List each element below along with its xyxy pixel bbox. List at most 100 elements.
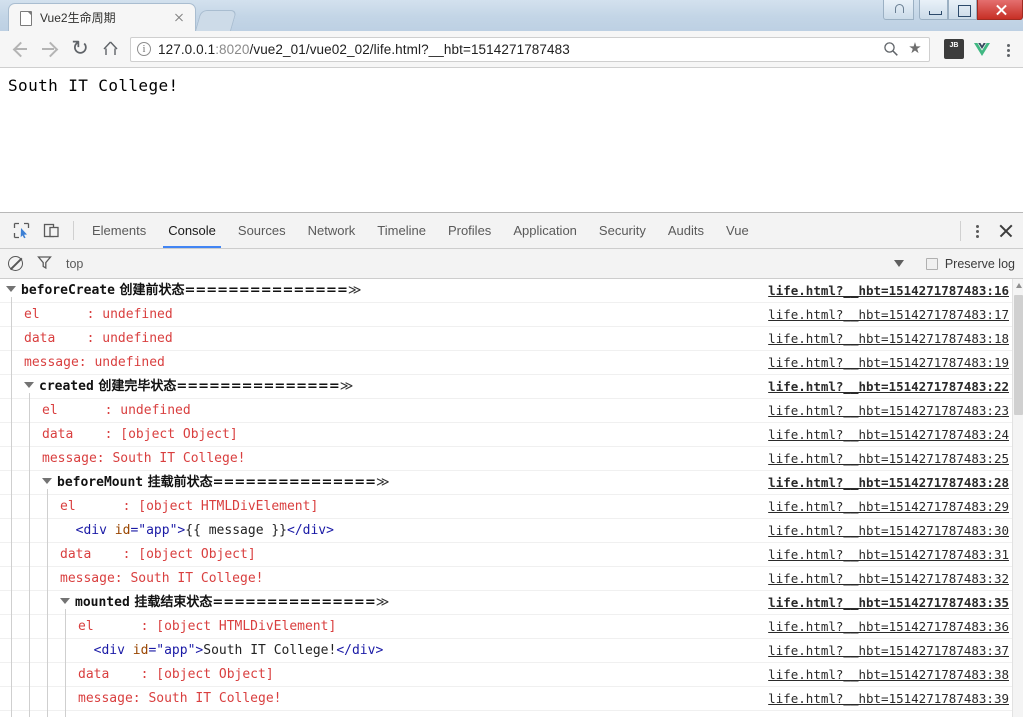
source-link[interactable]: life.html?__hbt=1514271787483:22 — [768, 375, 1009, 399]
source-link[interactable]: life.html?__hbt=1514271787483:28 — [768, 471, 1009, 495]
source-link[interactable]: life.html?__hbt=1514271787483:37 — [768, 639, 1009, 663]
source-link[interactable]: life.html?__hbt=1514271787483:17 — [768, 303, 1009, 327]
tab-console[interactable]: Console — [157, 213, 227, 248]
console-log-row[interactable]: message: undefined life.html?__hbt=151427… — [0, 351, 1023, 375]
source-link[interactable]: life.html?__hbt=1514271787483:19 — [768, 351, 1009, 375]
home-icon[interactable] — [96, 35, 124, 63]
console-log-row[interactable]: data : undefined life.html?__hbt=15142717… — [0, 327, 1023, 351]
browser-tab[interactable]: Vue2生命周期 — [8, 3, 196, 31]
source-link[interactable]: life.html?__hbt=1514271787483:38 — [768, 663, 1009, 687]
console-message: el : undefined — [0, 399, 768, 423]
tab-elements[interactable]: Elements — [81, 213, 157, 248]
source-link[interactable]: life.html?__hbt=1514271787483:16 — [768, 279, 1009, 303]
console-group-header[interactable]: beforeMount 挂载前状态===============≫ life.ht… — [0, 471, 1023, 495]
tab-sources[interactable]: Sources — [227, 213, 297, 248]
inspect-element-icon[interactable] — [6, 213, 36, 248]
console-group-header[interactable]: mounted 挂载结束状态===============≫ life.html?… — [0, 591, 1023, 615]
vue-extension-icon[interactable] — [972, 39, 992, 59]
console-log-row[interactable]: <div id="app">{{ message }}</div> life.ht… — [0, 519, 1023, 543]
close-window-icon[interactable] — [977, 0, 1023, 20]
tab-profiles[interactable]: Profiles — [437, 213, 502, 248]
console-log-row[interactable]: el : [object HTMLDivElement] life.html?__… — [0, 615, 1023, 639]
source-link[interactable]: life.html?__hbt=1514271787483:32 — [768, 567, 1009, 591]
preserve-log-checkbox[interactable] — [925, 257, 938, 270]
console-log-row[interactable]: message: South IT College! life.html?__hb… — [0, 447, 1023, 471]
console-log-row[interactable]: el : undefined life.html?__hbt=1514271787… — [0, 303, 1023, 327]
new-tab-button[interactable] — [194, 10, 238, 31]
reload-icon[interactable]: ↻ — [66, 35, 94, 63]
tab-title: Vue2生命周期 — [40, 10, 116, 25]
console-message: message: undefined — [0, 351, 768, 375]
site-info-icon[interactable]: i — [137, 42, 151, 56]
scroll-up-icon[interactable] — [1015, 283, 1022, 288]
source-link[interactable]: life.html?__hbt=1514271787483:31 — [768, 543, 1009, 567]
tab-audits[interactable]: Audits — [657, 213, 715, 248]
address-bar[interactable]: i 127.0.0.1:8020/vue2_01/vue02_02/life.h… — [130, 36, 930, 62]
chrome-menu-icon[interactable] — [999, 39, 1017, 59]
property-text: el : [object HTMLDivElement] — [78, 618, 337, 634]
group-chevron-icon: ≫ — [376, 474, 390, 490]
expand-caret-icon[interactable] — [6, 286, 16, 292]
clear-console-icon[interactable] — [8, 256, 23, 271]
scrollbar-thumb[interactable] — [1014, 295, 1023, 415]
close-devtools-icon[interactable] — [997, 222, 1015, 240]
source-link[interactable]: life.html?__hbt=1514271787483:25 — [768, 447, 1009, 471]
expand-caret-icon[interactable] — [24, 382, 34, 388]
minimize-icon[interactable] — [919, 0, 948, 20]
console-message: el : [object HTMLDivElement] — [0, 615, 768, 639]
chevron-down-icon[interactable] — [893, 260, 904, 267]
source-link[interactable]: life.html?__hbt=1514271787483:39 — [768, 687, 1009, 711]
source-link[interactable]: life.html?__hbt=1514271787483:29 — [768, 495, 1009, 519]
user-icon[interactable] — [883, 0, 914, 20]
filter-icon[interactable] — [37, 255, 52, 273]
property-text: data : undefined — [24, 330, 173, 346]
source-link[interactable]: life.html?__hbt=1514271787483:23 — [768, 399, 1009, 423]
console-output[interactable]: beforeCreate 创建前状态===============≫ life.h… — [0, 279, 1023, 717]
more-options-icon[interactable] — [969, 221, 985, 241]
tabbar-divider — [960, 220, 961, 241]
back-arrow-icon[interactable] — [6, 35, 34, 63]
jetbrains-extension-icon[interactable]: JB — [944, 39, 964, 59]
expand-caret-icon[interactable] — [42, 478, 52, 484]
console-log-row[interactable]: data : [object Object] life.html?__hbt=15… — [0, 423, 1023, 447]
console-log-row[interactable]: data : [object Object] life.html?__hbt=15… — [0, 663, 1023, 687]
source-link[interactable]: life.html?__hbt=1514271787483:18 — [768, 327, 1009, 351]
close-icon[interactable] — [171, 10, 187, 26]
tab-application[interactable]: Application — [502, 213, 588, 248]
console-group-header[interactable]: created 创建完毕状态===============≫ life.html?… — [0, 375, 1023, 399]
console-message: data : [object Object] — [0, 423, 768, 447]
device-toolbar-icon[interactable] — [36, 213, 66, 248]
devtools-tabbar-actions — [958, 213, 1023, 248]
console-log-row[interactable]: el : [object HTMLDivElement] life.html?__… — [0, 495, 1023, 519]
forward-arrow-icon[interactable] — [36, 35, 64, 63]
console-log-row[interactable]: <div id="app">South IT College!</div> lif… — [0, 639, 1023, 663]
property-text: message: South IT College! — [60, 570, 264, 586]
tab-security[interactable]: Security — [588, 213, 657, 248]
console-log-row[interactable]: message: South IT College! life.html?__hb… — [0, 567, 1023, 591]
console-message: mounted 挂载结束状态===============≫ — [0, 591, 768, 615]
source-link[interactable]: life.html?__hbt=1514271787483:24 — [768, 423, 1009, 447]
maximize-icon[interactable] — [948, 0, 977, 20]
console-log-row[interactable]: data : [object Object] life.html?__hbt=15… — [0, 543, 1023, 567]
zoom-icon[interactable] — [883, 41, 899, 57]
source-link[interactable]: life.html?__hbt=1514271787483:30 — [768, 519, 1009, 543]
source-link[interactable]: life.html?__hbt=1514271787483:36 — [768, 615, 1009, 639]
preserve-log-label: Preserve log — [944, 256, 1015, 271]
expand-caret-icon[interactable] — [60, 598, 70, 604]
console-group-header[interactable]: beforeCreate 创建前状态===============≫ life.h… — [0, 279, 1023, 303]
execution-context-selector[interactable]: top — [66, 257, 83, 271]
source-link[interactable]: life.html?__hbt=1514271787483:35 — [768, 591, 1009, 615]
group-label: mounted 挂载结束状态=============== — [75, 594, 376, 610]
property-text: message: South IT College! — [78, 690, 282, 706]
console-log-row[interactable]: message: South IT College! life.html?__hb… — [0, 687, 1023, 711]
bookmark-star-icon[interactable]: ★ — [907, 41, 923, 57]
console-log-row[interactable]: el : undefined life.html?__hbt=1514271787… — [0, 399, 1023, 423]
property-text: el : undefined — [42, 402, 191, 418]
console-message: el : undefined — [0, 303, 768, 327]
console-message: <div id="app">{{ message }}</div> — [75, 522, 334, 538]
tab-vue[interactable]: Vue — [715, 213, 760, 248]
console-scrollbar[interactable] — [1012, 279, 1023, 717]
console-message: beforeCreate 创建前状态===============≫ — [0, 279, 768, 303]
tab-timeline[interactable]: Timeline — [366, 213, 437, 248]
tab-network[interactable]: Network — [297, 213, 367, 248]
